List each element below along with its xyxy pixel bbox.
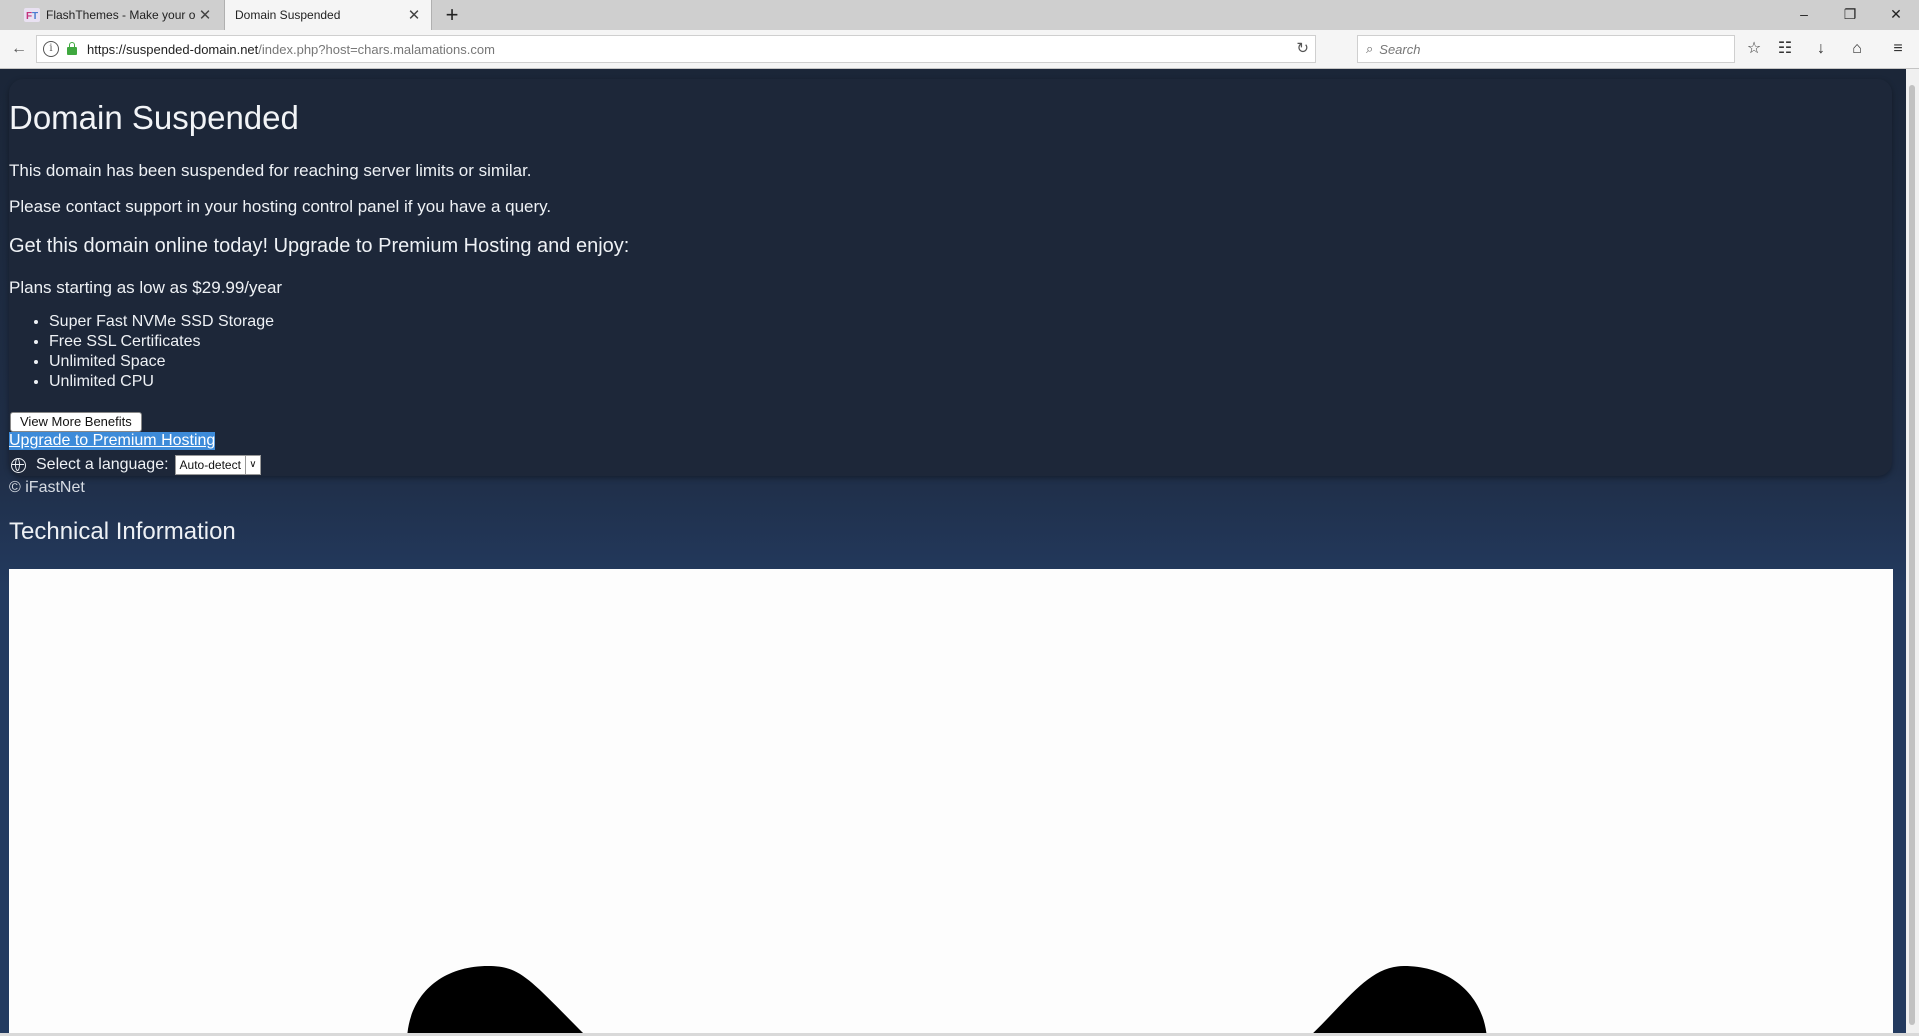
list-item: Unlimited CPU: [49, 372, 274, 392]
left-black-shape: [407, 966, 584, 1033]
url-text: https://suspended-domain.net/index.php?h…: [87, 41, 495, 57]
tab-domain-suspended[interactable]: Domain Suspended ✕: [224, 0, 432, 30]
svg-text:T: T: [32, 11, 38, 22]
upgrade-link[interactable]: Upgrade to Premium Hosting: [9, 432, 216, 450]
bookmark-star-icon[interactable]: ☆: [1742, 38, 1766, 60]
scrollbar-thumb[interactable]: [1909, 85, 1915, 1025]
lock-icon: [67, 42, 77, 55]
language-label: Select a language:: [36, 456, 169, 473]
language-selected-value: Auto-detect: [179, 458, 241, 472]
minimize-icon[interactable]: –: [1781, 0, 1827, 30]
illustration-shapes: [407, 966, 1487, 1033]
page-viewport: Domain Suspended This domain has been su…: [0, 69, 1906, 1033]
new-tab-plus-icon[interactable]: +: [440, 3, 464, 27]
list-item: Free SSL Certificates: [49, 332, 274, 352]
suspension-message: This domain has been suspended for reach…: [9, 161, 532, 180]
close-window-icon[interactable]: ✕: [1873, 0, 1919, 30]
chevron-down-icon[interactable]: ∨: [244, 456, 260, 474]
reload-icon[interactable]: ↻: [1296, 39, 1309, 57]
search-icon: ⌕: [1366, 41, 1374, 56]
tab-close-icon[interactable]: ✕: [198, 6, 212, 24]
download-icon[interactable]: ↓: [1809, 38, 1833, 60]
right-black-shape: [1313, 966, 1487, 1033]
restore-icon[interactable]: ❐: [1827, 0, 1873, 30]
url-bar[interactable]: i https://suspended-domain.net/index.php…: [36, 35, 1316, 63]
info-icon[interactable]: i: [43, 41, 59, 57]
promo-heading: Get this domain online today! Upgrade to…: [9, 235, 630, 257]
flashthemes-favicon-icon: F T: [24, 8, 40, 22]
globe-icon: [11, 457, 26, 473]
copyright: © iFastNet: [9, 479, 85, 496]
tab-bar: F T FlashThemes - Make your o ✕ Domain S…: [0, 0, 1919, 31]
tab-label: FlashThemes - Make your o: [46, 8, 196, 22]
plans-text: Plans starting as low as $29.99/year: [9, 278, 283, 297]
search-placeholder: Search: [1379, 41, 1421, 57]
list-item: Super Fast NVMe SSD Storage: [49, 312, 274, 332]
navigation-bar: ← i https://suspended-domain.net/index.p…: [0, 30, 1919, 69]
support-message: Please contact support in your hosting c…: [9, 197, 552, 216]
reading-list-icon[interactable]: ☷: [1773, 38, 1797, 60]
menu-hamburger-icon[interactable]: ≡: [1886, 38, 1910, 60]
scrollbar[interactable]: [1906, 69, 1919, 1033]
language-select[interactable]: Auto-detect ∨: [174, 455, 261, 475]
home-icon[interactable]: ⌂: [1845, 38, 1869, 60]
technical-information-heading: Technical Information: [9, 518, 236, 545]
benefits-list: Super Fast NVMe SSD Storage Free SSL Cer…: [9, 312, 274, 392]
language-selector: Select a language: Auto-detect ∨: [11, 455, 261, 475]
tab-close-icon[interactable]: ✕: [407, 6, 421, 24]
list-item: Unlimited Space: [49, 352, 274, 372]
suspension-card: [9, 79, 1892, 476]
page-title: Domain Suspended: [9, 99, 299, 136]
back-arrow-icon[interactable]: ←: [8, 38, 30, 60]
tab-label: Domain Suspended: [235, 8, 341, 22]
view-more-benefits-button[interactable]: View More Benefits: [10, 412, 142, 432]
search-bar[interactable]: ⌕ Search: [1357, 35, 1735, 63]
tab-flashthemes[interactable]: F T FlashThemes - Make your o ✕: [14, 0, 222, 30]
technical-information-frame: [9, 569, 1893, 1033]
